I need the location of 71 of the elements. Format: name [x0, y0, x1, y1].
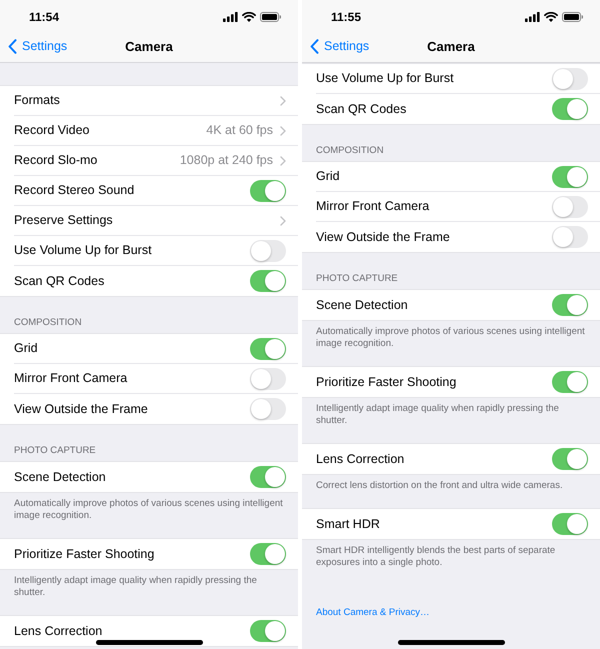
- battery-icon: [562, 12, 583, 22]
- row-label: View Outside the Frame: [14, 402, 149, 416]
- chevron-icon: [280, 216, 286, 226]
- chevron-icon: [280, 96, 286, 106]
- toggle-switch[interactable]: [552, 294, 588, 316]
- row-label: Grid: [14, 341, 39, 356]
- row-label: Lens Correction: [316, 452, 406, 466]
- toggle-switch[interactable]: [250, 180, 286, 202]
- toggle-switch[interactable]: [250, 620, 286, 642]
- row-label: Scene Detection: [14, 470, 107, 484]
- section-footer: Intelligently adapt image quality when rapidly pressing the shutter.: [316, 403, 586, 427]
- toggle-switch[interactable]: [552, 98, 588, 120]
- section-footer: Intelligently adapt image quality when rapidly pressing the shutter.: [14, 575, 284, 599]
- toggle-switch[interactable]: [250, 543, 286, 565]
- chevron-icon: [280, 156, 286, 166]
- chevron-icon: [280, 126, 286, 136]
- toggle-switch[interactable]: [250, 338, 286, 360]
- row-label: Prioritize Faster Shooting: [14, 546, 156, 562]
- toggle-switch[interactable]: [250, 466, 286, 488]
- toggle-switch[interactable]: [250, 368, 286, 390]
- row-label: Record Stereo Sound: [14, 183, 136, 198]
- row-label: Lens Correction: [14, 624, 104, 638]
- row-label: Prioritize Faster Shooting: [316, 374, 458, 390]
- row-label[interactable]: Record Slo-mo: [14, 153, 180, 168]
- row-label: View Outside the Frame: [316, 230, 451, 244]
- section-header: COMPOSITION: [316, 145, 384, 156]
- toggle-switch[interactable]: [552, 448, 588, 470]
- row-label: Use Volume Up for Burst: [14, 243, 153, 258]
- row-label[interactable]: Preserve Settings: [14, 213, 280, 228]
- toggle-switch[interactable]: [552, 196, 588, 218]
- section-header: PHOTO CAPTURE: [14, 445, 96, 456]
- wifi-icon: [544, 12, 558, 22]
- row-label: Scan QR Codes: [316, 102, 408, 116]
- row-label: Scene Detection: [316, 298, 409, 312]
- toggle-switch[interactable]: [552, 166, 588, 188]
- toggle-switch[interactable]: [250, 398, 286, 420]
- toggle-switch[interactable]: [552, 226, 588, 248]
- toggle-switch[interactable]: [552, 68, 588, 90]
- back-chevron-icon: [8, 39, 17, 54]
- battery-icon: [260, 12, 281, 22]
- toggle-switch[interactable]: [552, 371, 588, 393]
- row-value: 4K at 60 fps: [206, 123, 273, 138]
- section-footer: Smart HDR intelligently blends the best parts of separate exposures into a single photo.: [316, 545, 586, 569]
- status-time: 11:54: [29, 10, 60, 24]
- row-label: Smart HDR: [316, 516, 381, 532]
- nav-title: Camera: [125, 39, 173, 54]
- about-link[interactable]: About Camera & Privacy…: [316, 607, 430, 618]
- back-button[interactable]: Settings: [8, 38, 68, 55]
- toggle-switch[interactable]: [552, 513, 588, 535]
- signal-icon: [525, 12, 540, 22]
- section-footer: Automatically improve photos of various scenes using intelligent image recognition.: [14, 498, 284, 522]
- row-label[interactable]: Formats: [14, 93, 280, 108]
- row-label: Use Volume Up for Burst: [316, 71, 455, 86]
- toggle-switch[interactable]: [250, 270, 286, 292]
- section-header: COMPOSITION: [14, 317, 82, 328]
- section-footer: Automatically improve photos of various scenes using intelligent image recognition.: [316, 326, 586, 350]
- wifi-icon: [242, 12, 256, 22]
- toggle-switch[interactable]: [250, 240, 286, 262]
- row-label: Scan QR Codes: [14, 274, 106, 288]
- back-button[interactable]: Settings: [310, 38, 370, 55]
- nav-title: Camera: [427, 39, 475, 54]
- signal-icon: [223, 12, 238, 22]
- row-label: Mirror Front Camera: [14, 371, 128, 386]
- section-footer: Correct lens distortion on the front and ultra wide cameras.: [316, 480, 586, 492]
- row-label: Mirror Front Camera: [316, 199, 430, 214]
- row-label: Grid: [316, 169, 341, 184]
- row-value: 1080p at 240 fps: [180, 153, 273, 168]
- back-chevron-icon: [310, 39, 319, 54]
- row-label[interactable]: Record Video: [14, 123, 206, 138]
- section-header: PHOTO CAPTURE: [316, 273, 398, 284]
- status-time: 11:55: [331, 10, 362, 24]
